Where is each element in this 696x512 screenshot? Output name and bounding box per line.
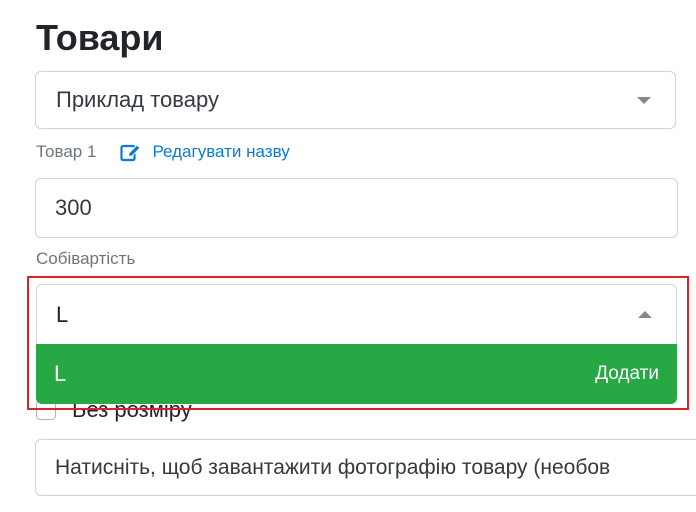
edit-name-link[interactable]: Редагувати назву xyxy=(120,142,290,162)
photo-upload-field[interactable]: Натисніть, щоб завантажити фотографію то… xyxy=(35,439,696,496)
products-page: Товари Приклад товару Товар 1 Редагувати… xyxy=(0,0,696,512)
product-select[interactable]: Приклад товару xyxy=(35,71,676,129)
pencil-square-icon xyxy=(120,144,142,162)
product-number-label: Товар 1 xyxy=(36,142,97,161)
size-search-value: L xyxy=(56,302,69,327)
product-select-value: Приклад товару xyxy=(56,87,219,112)
edit-name-label: Редагувати назву xyxy=(152,142,290,161)
price-input[interactable]: 300 xyxy=(35,178,678,238)
chevron-down-icon xyxy=(637,97,651,104)
cost-label: Собівартість xyxy=(36,249,136,268)
chevron-up-icon[interactable] xyxy=(638,311,652,318)
photo-upload-placeholder: Натисніть, щоб завантажити фотографію то… xyxy=(55,456,611,479)
size-option-add[interactable]: L Додати xyxy=(36,344,677,404)
product-meta-row: Товар 1 Редагувати назву xyxy=(36,142,290,162)
add-option-button[interactable]: Додати xyxy=(595,344,659,404)
size-option-label: L xyxy=(54,361,67,386)
price-input-value: 300 xyxy=(55,195,92,220)
page-title: Товари xyxy=(36,17,164,58)
size-search-input[interactable]: L xyxy=(36,284,677,344)
